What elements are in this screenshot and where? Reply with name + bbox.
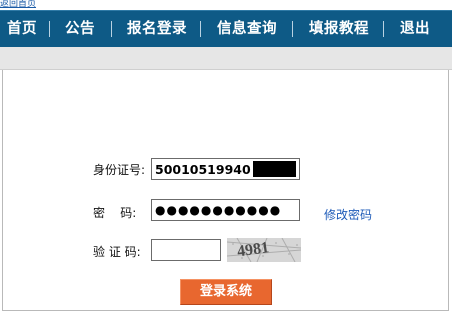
login-button[interactable]: 登录系统: [180, 279, 272, 305]
redaction-box: [252, 161, 296, 177]
nav-item-logout[interactable]: 退出: [400, 11, 430, 47]
id-number-value: 50010519940: [155, 161, 251, 177]
sub-toolbar: [0, 47, 452, 70]
id-number-label: 身份证号:: [93, 163, 146, 177]
password-mask: ●●●●●●●●●●●: [155, 203, 282, 217]
change-password-link[interactable]: 修改密码: [324, 206, 372, 223]
captcha-input[interactable]: [151, 239, 221, 261]
nav-separator: [383, 21, 384, 37]
nav-item-fill-tutorial[interactable]: 填报教程: [309, 11, 369, 47]
nav-item-register-login[interactable]: 报名登录: [127, 11, 187, 47]
nav-separator: [111, 21, 112, 37]
nav-separator: [49, 21, 50, 37]
top-home-link[interactable]: 返回首页: [0, 0, 44, 10]
nav-separator: [292, 21, 293, 37]
nav-item-announcement[interactable]: 公告: [65, 11, 95, 47]
main-navbar: 首页 公告 报名登录 信息查询 填报教程 退出: [0, 10, 452, 48]
id-number-input[interactable]: 50010519940: [151, 158, 300, 180]
captcha-image[interactable]: 4981: [227, 238, 301, 262]
nav-item-info-query[interactable]: 信息查询: [217, 11, 277, 47]
nav-separator: [200, 21, 201, 37]
login-panel: [2, 70, 449, 311]
nav-item-home[interactable]: 首页: [7, 11, 37, 47]
password-label: 密 码:: [93, 206, 137, 220]
captcha-label: 验 证 码:: [93, 245, 141, 259]
password-input[interactable]: ●●●●●●●●●●●: [151, 199, 300, 221]
